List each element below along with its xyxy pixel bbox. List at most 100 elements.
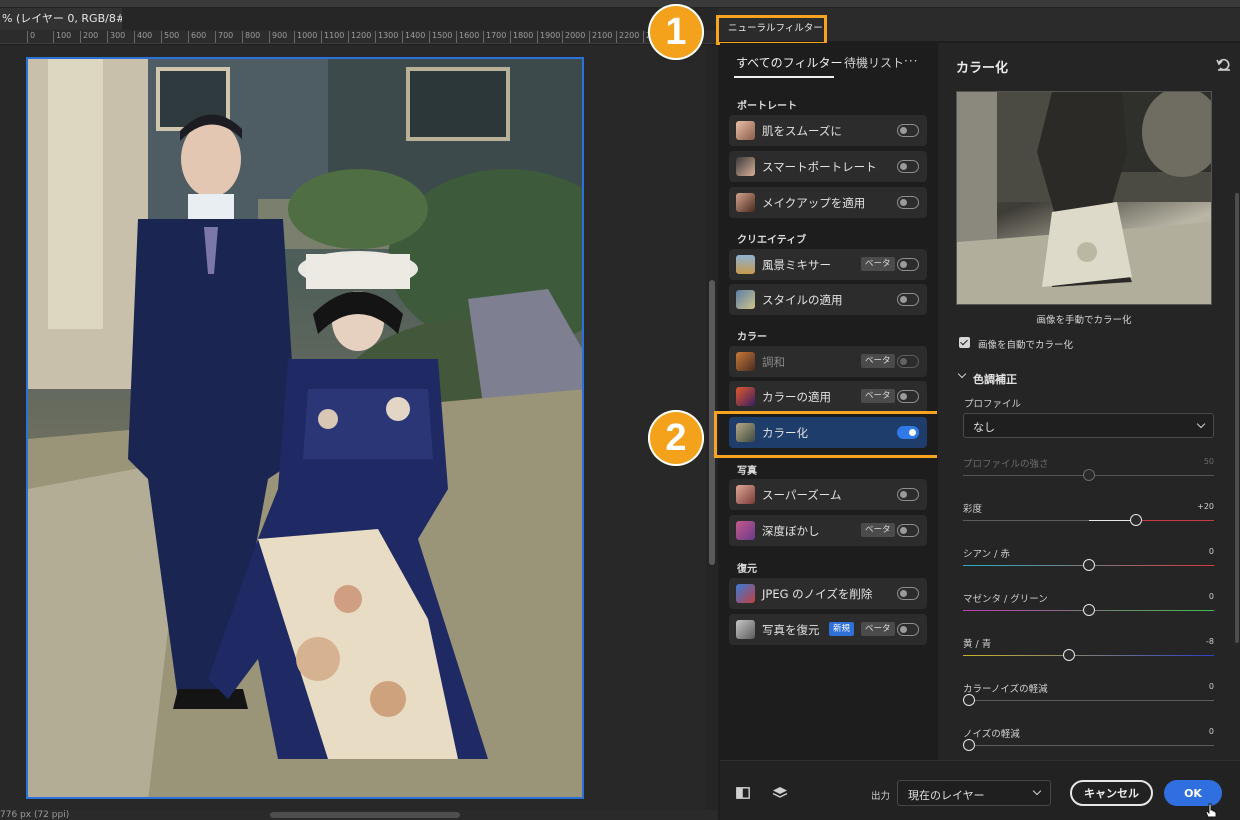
filter-item-depth-blur[interactable]: 深度ぼかし ベータ xyxy=(729,515,927,546)
restore-thumbnail-icon xyxy=(736,620,755,639)
depth-blur-thumbnail-icon xyxy=(736,521,755,540)
filter-toggle[interactable] xyxy=(897,390,919,403)
tab-waitlist[interactable]: 待機リスト xyxy=(844,54,904,71)
preview-caption: 画像を手動でカラー化 xyxy=(1036,315,1132,326)
slider-knob[interactable] xyxy=(1130,514,1142,526)
filter-toggle[interactable] xyxy=(897,258,919,271)
slider-track[interactable] xyxy=(963,520,1214,521)
filter-toggle[interactable] xyxy=(897,355,919,368)
filter-toggle[interactable] xyxy=(897,488,919,501)
slider-label: シアン / 赤 xyxy=(963,549,1010,560)
filter-list-panel: すべてのフィルター 待機リスト ··· ポートレート 肌をスムーズに スマートポ… xyxy=(720,43,936,760)
slider-track[interactable] xyxy=(963,655,1214,656)
filter-label: 調和 xyxy=(762,355,785,369)
slider-value: +20 xyxy=(1197,502,1214,511)
portrait-thumbnail-icon xyxy=(736,157,755,176)
profile-strength-slider[interactable]: プロファイルの強さ 50 xyxy=(963,456,1214,498)
horizontal-scroll-thumb[interactable] xyxy=(270,812,460,818)
ruler-tick: 1100 xyxy=(320,31,345,43)
colorize-preview-image[interactable] xyxy=(956,91,1212,305)
ruler-tick: 1800 xyxy=(509,31,534,43)
filter-item-harmonization[interactable]: 調和 ベータ xyxy=(729,346,927,377)
settings-scrollbar[interactable] xyxy=(1235,193,1239,643)
ruler-tick: 1700 xyxy=(482,31,507,43)
more-options-icon[interactable]: ··· xyxy=(904,54,918,68)
cyan-red-slider[interactable]: シアン / 赤 0 xyxy=(963,546,1214,588)
ruler-tick: 2000 xyxy=(561,31,586,43)
slider-knob[interactable] xyxy=(963,694,975,706)
ruler-tick: 1200 xyxy=(347,31,372,43)
document-size-status: 776 px (72 ppi) xyxy=(0,810,70,820)
filter-item-super-zoom[interactable]: スーパーズーム xyxy=(729,479,927,510)
filter-item-makeup-transfer[interactable]: メイクアップを適用 xyxy=(729,187,927,218)
slider-label: マゼンタ / グリーン xyxy=(963,594,1048,605)
beta-badge: ベータ xyxy=(861,622,895,636)
ruler-tick: 200 xyxy=(79,31,99,43)
filter-toggle[interactable] xyxy=(897,587,919,600)
yellow-blue-slider[interactable]: 黄 / 青 -8 xyxy=(963,636,1214,678)
saturation-slider[interactable]: 彩度 +20 xyxy=(963,501,1214,543)
filter-toggle[interactable] xyxy=(897,524,919,537)
filter-item-photo-restoration[interactable]: 写真を復元 新規 ベータ xyxy=(729,614,927,645)
slider-knob[interactable] xyxy=(1063,649,1075,661)
beta-badge: ベータ xyxy=(861,257,895,271)
slider-track[interactable] xyxy=(963,745,1214,746)
hand-cursor-icon xyxy=(1205,803,1217,818)
filter-label: 写真を復元 xyxy=(762,623,820,637)
slider-knob[interactable] xyxy=(1083,469,1095,481)
layer-preview-icon[interactable] xyxy=(772,786,788,800)
filter-label: 風景ミキサー xyxy=(762,258,831,272)
cancel-button[interactable]: キャンセル xyxy=(1070,780,1153,806)
callout-highlight-2 xyxy=(714,411,940,458)
category-restore: 復元 xyxy=(737,564,757,575)
filter-item-jpeg-artifacts[interactable]: JPEG のノイズを削除 xyxy=(729,578,927,609)
chevron-down-icon xyxy=(1032,786,1042,796)
slider-label: 彩度 xyxy=(963,504,983,515)
tab-all-filters[interactable]: すべてのフィルター xyxy=(736,54,842,71)
slider-knob[interactable] xyxy=(1083,559,1095,571)
filter-toggle[interactable] xyxy=(897,623,919,636)
tab-strip xyxy=(122,8,718,30)
colorized-photo[interactable] xyxy=(26,57,584,799)
filter-toggle[interactable] xyxy=(897,124,919,137)
slider-value: 0 xyxy=(1208,547,1214,556)
output-dropdown[interactable]: 現在のレイヤー xyxy=(897,780,1051,806)
filter-item-landscape-mixer[interactable]: 風景ミキサー ベータ xyxy=(729,249,927,280)
before-after-compare-icon[interactable] xyxy=(736,787,750,799)
slider-track[interactable] xyxy=(963,700,1214,701)
filter-item-style-transfer[interactable]: スタイルの適用 xyxy=(729,284,927,315)
magenta-green-slider[interactable]: マゼンタ / グリーン 0 xyxy=(963,591,1214,633)
slider-knob[interactable] xyxy=(963,739,975,751)
ruler-tick: 1600 xyxy=(455,31,480,43)
filter-item-color-transfer[interactable]: カラーの適用 ベータ xyxy=(729,381,927,412)
preview-illustration xyxy=(957,92,1211,304)
tone-section-title[interactable]: 色調補正 xyxy=(973,371,1017,387)
couple-photo-illustration xyxy=(28,59,582,797)
output-value: 現在のレイヤー xyxy=(908,789,985,802)
chevron-down-icon[interactable] xyxy=(957,369,967,379)
document-tab[interactable]: % (レイヤー 0, RGB/8#) * xyxy=(0,8,122,30)
ruler-tick: 500 xyxy=(160,31,180,43)
filter-item-skin-smoothing[interactable]: 肌をスムーズに xyxy=(729,115,927,146)
filter-item-smart-portrait[interactable]: スマートポートレート xyxy=(729,151,927,182)
color-noise-slider[interactable]: カラーノイズの軽減 0 xyxy=(963,681,1214,723)
slider-knob[interactable] xyxy=(1083,604,1095,616)
slider-value: 0 xyxy=(1208,592,1214,601)
category-photo: 写真 xyxy=(737,466,757,477)
beta-badge: ベータ xyxy=(861,354,895,368)
category-color: カラー xyxy=(737,332,767,343)
skin-thumbnail-icon xyxy=(736,121,755,140)
profile-dropdown[interactable]: なし xyxy=(963,413,1214,438)
reset-icon[interactable] xyxy=(1216,58,1232,72)
ruler-tick: 700 xyxy=(214,31,234,43)
ruler-tick: 1500 xyxy=(428,31,453,43)
filter-toggle[interactable] xyxy=(897,293,919,306)
ruler-tick: 300 xyxy=(106,31,126,43)
horizontal-ruler: 0 100 200 300 400 500 600 700 800 900 10… xyxy=(0,30,718,44)
ruler-tick: 1000 xyxy=(293,31,318,43)
auto-colorize-checkbox[interactable] xyxy=(959,337,970,348)
filter-toggle[interactable] xyxy=(897,160,919,173)
filter-toggle[interactable] xyxy=(897,196,919,209)
noise-reduction-slider[interactable]: ノイズの軽減 0 xyxy=(963,726,1214,760)
filter-label: カラーの適用 xyxy=(762,390,831,404)
